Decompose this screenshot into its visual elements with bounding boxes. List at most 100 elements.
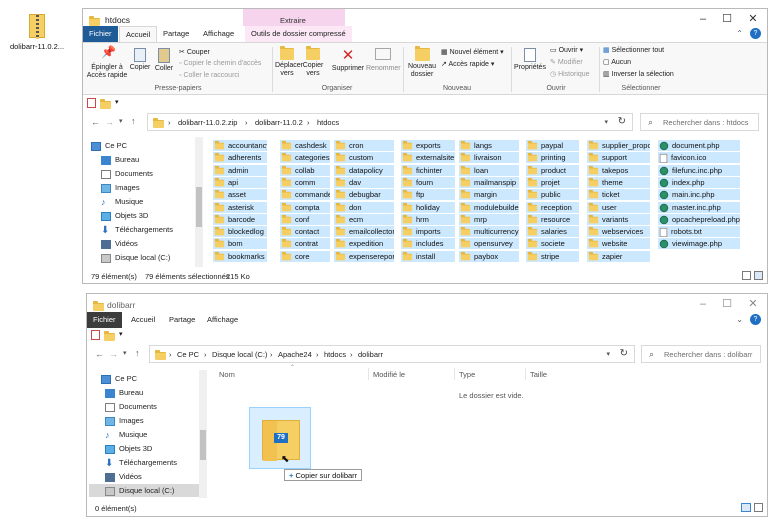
column-header-type[interactable]: Type — [459, 370, 475, 379]
paste-button[interactable]: Coller — [153, 48, 175, 73]
tab-accueil[interactable]: Accueil — [119, 26, 158, 42]
list-item[interactable]: asset — [213, 189, 267, 201]
breadcrumb-item[interactable]: Ce PC — [177, 350, 199, 359]
list-item[interactable]: api — [213, 176, 267, 188]
large-icons-view-icon[interactable] — [754, 503, 763, 512]
tab-fichier[interactable]: Fichier — [83, 26, 118, 42]
new-folder-button[interactable]: Nouveau dossier — [406, 46, 438, 79]
list-item[interactable]: langs — [459, 140, 519, 151]
forward-arrow-icon[interactable]: → — [105, 117, 114, 127]
select-all-button[interactable]: ▦ Sélectionner tout — [603, 46, 664, 54]
list-item[interactable]: hrm — [401, 213, 455, 225]
list-item[interactable]: collab — [280, 164, 330, 176]
easy-access-button[interactable]: ↗ Accès rapide ▾ — [441, 60, 494, 68]
nav-local-disk[interactable]: Disque local (C:) — [89, 484, 199, 497]
list-item[interactable]: paybox — [459, 250, 519, 262]
list-item[interactable]: mailmanspip — [459, 176, 519, 188]
list-item[interactable]: adherents — [213, 152, 267, 164]
nav-scrollbar[interactable] — [195, 137, 203, 267]
list-item[interactable]: webservices — [587, 226, 650, 238]
list-item[interactable]: index.php — [658, 176, 740, 188]
breadcrumb-item[interactable]: Disque local (C:) — [212, 350, 267, 359]
list-item[interactable]: user — [587, 201, 650, 213]
address-dropdown-icon[interactable]: ▾ — [604, 118, 608, 126]
nav-desktop[interactable]: Bureau — [105, 386, 143, 399]
list-item[interactable]: mrp — [459, 213, 519, 225]
tab-partage[interactable]: Partage — [157, 26, 195, 42]
address-bar[interactable]: › Ce PC › Disque local (C:) › Apache24 ›… — [149, 345, 635, 363]
nav-music[interactable]: ♪ Musique — [101, 195, 143, 208]
nav-documents[interactable]: Documents — [105, 400, 157, 413]
list-item[interactable]: salaries — [526, 226, 579, 238]
list-item[interactable]: datapolicy — [334, 164, 394, 176]
list-item[interactable]: cron — [334, 140, 394, 151]
search-box[interactable]: ⌕ Rechercher dans : dolibarr — [641, 345, 761, 363]
tab-fichier[interactable]: Fichier — [87, 312, 122, 328]
list-item[interactable]: loan — [459, 164, 519, 176]
column-header-name[interactable]: Nom — [219, 370, 235, 379]
list-item[interactable]: fichinter — [401, 164, 455, 176]
nav-local-disk[interactable]: Disque local (C:) — [101, 251, 170, 264]
maximize-icon[interactable]: ☐ — [719, 12, 735, 26]
tab-outils-dossier-compresse[interactable]: Outils de dossier compressé — [245, 26, 352, 42]
rename-button[interactable]: Renommer — [366, 48, 401, 73]
list-item[interactable]: multicurrency — [459, 226, 519, 238]
list-item[interactable]: product — [526, 164, 579, 176]
qat-folder-icon[interactable] — [100, 98, 111, 109]
list-item[interactable]: custom — [334, 152, 394, 164]
close-icon[interactable]: ✕ — [745, 297, 761, 311]
list-item[interactable]: includes — [401, 238, 455, 250]
nav-images[interactable]: Images — [101, 181, 140, 194]
list-item[interactable]: comm — [280, 176, 330, 188]
close-icon[interactable]: ✕ — [745, 12, 761, 26]
list-item[interactable]: contrat — [280, 238, 330, 250]
modify-button[interactable]: ✎ Modifier — [550, 58, 583, 66]
list-item[interactable]: ecm — [334, 213, 394, 225]
list-item[interactable]: holiday — [401, 201, 455, 213]
refresh-icon[interactable]: ↻ — [618, 116, 626, 127]
list-item[interactable]: bom — [213, 238, 267, 250]
breadcrumb-item[interactable]: dolibarr-11.0.2.zip — [178, 118, 237, 127]
nav-music[interactable]: ♪ Musique — [105, 428, 147, 441]
nav-videos[interactable]: Vidéos — [105, 470, 142, 483]
chevron-down-icon[interactable]: ⌄ — [736, 315, 743, 324]
nav-scrollbar[interactable] — [199, 370, 207, 498]
desktop-zip-file[interactable]: dolibarr-11.0.2... — [4, 14, 70, 54]
help-icon[interactable]: ? — [750, 28, 761, 39]
nav-3d-objects[interactable]: Objets 3D — [105, 442, 152, 455]
copy-to-button[interactable]: Copier vers — [301, 46, 325, 78]
list-item[interactable]: variants — [587, 213, 650, 225]
move-to-button[interactable]: Déplacer vers — [275, 46, 303, 78]
nav-this-pc[interactable]: Ce PC — [91, 139, 127, 152]
list-item[interactable]: admin — [213, 164, 267, 176]
scrollbar-thumb[interactable] — [196, 187, 202, 227]
checkmark-doc-icon[interactable] — [91, 330, 100, 340]
list-item[interactable]: blockedlog — [213, 226, 267, 238]
list-item[interactable]: debugbar — [334, 189, 394, 201]
help-icon[interactable]: ? — [750, 314, 761, 325]
nav-documents[interactable]: Documents — [101, 167, 153, 180]
search-box[interactable]: ⌕ Rechercher dans : htdocs — [640, 113, 759, 131]
list-item[interactable]: imports — [401, 226, 455, 238]
list-item[interactable]: main.inc.php — [658, 189, 740, 201]
list-item[interactable]: livraison — [459, 152, 519, 164]
list-item[interactable]: modulebuilder — [459, 201, 519, 213]
list-item[interactable]: expedition — [334, 238, 394, 250]
select-none-button[interactable]: ▢ Aucun — [603, 58, 631, 66]
list-item[interactable]: document.php — [658, 140, 740, 151]
list-item[interactable]: exports — [401, 140, 455, 151]
list-item[interactable]: barcode — [213, 213, 267, 225]
list-item[interactable]: accountancy — [213, 140, 267, 151]
scrollbar-thumb[interactable] — [200, 430, 206, 460]
nav-desktop[interactable]: Bureau — [101, 153, 139, 166]
recent-dropdown-icon[interactable]: ▾ — [123, 349, 127, 357]
list-item[interactable]: opcachepreload.php — [658, 213, 740, 225]
address-bar[interactable]: › dolibarr-11.0.2.zip › dolibarr-11.0.2 … — [147, 113, 633, 131]
list-item[interactable]: dav — [334, 176, 394, 188]
list-item[interactable]: ftp — [401, 189, 455, 201]
list-item[interactable]: expensereport — [334, 250, 394, 262]
list-item[interactable]: societe — [526, 238, 579, 250]
list-item[interactable]: cashdesk — [280, 140, 330, 151]
cut-button[interactable]: ✂ Couper — [179, 48, 210, 56]
copy-path-button[interactable]: ▫ Copier le chemin d'accès — [179, 60, 261, 67]
